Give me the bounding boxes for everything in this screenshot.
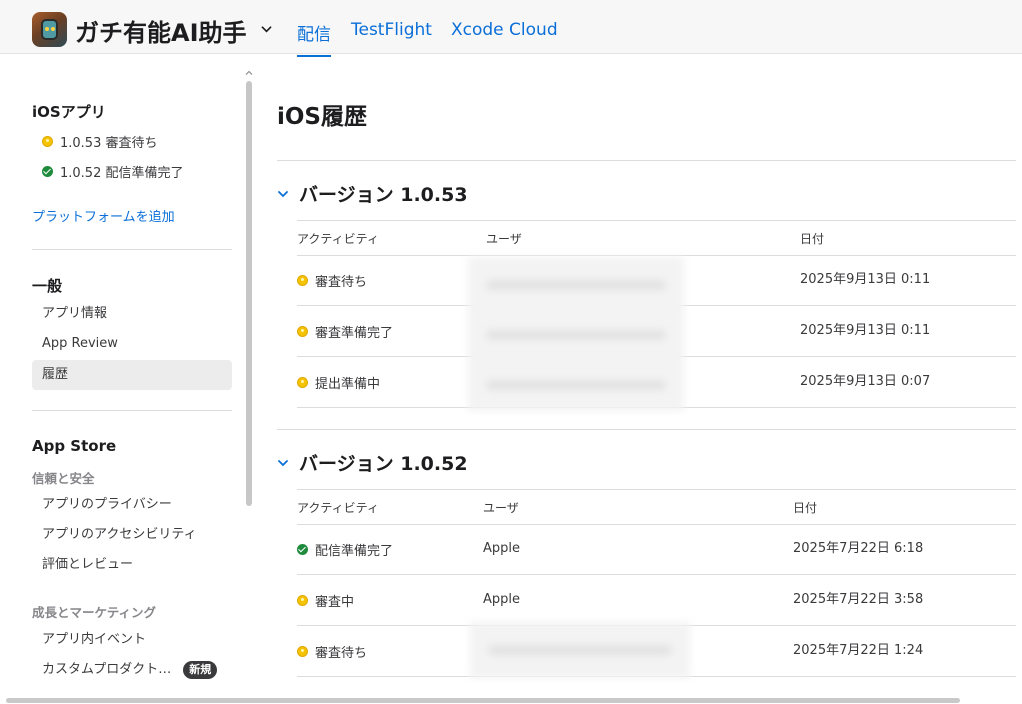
pending-status-icon [297, 645, 308, 657]
version-title: バージョン 1.0.52 [299, 453, 468, 475]
activity-label: 審査待ち [315, 274, 368, 290]
sidebar-app-store-title: App Store [32, 437, 117, 455]
sidebar-growth-title: 成長とマーケティング [32, 605, 157, 620]
column-header-user: ユーザ [483, 501, 519, 515]
sidebar-trust-title: 信頼と安全 [32, 471, 95, 486]
sidebar-item-ratings-reviews[interactable]: 評価とレビュー [32, 550, 232, 580]
activity-label: 配信準備完了 [315, 543, 394, 559]
activity-label: 審査待ち [315, 645, 368, 661]
robot-face-icon [41, 19, 58, 40]
main-content: iOS履歴 バージョン 1.0.53 アクティビティ ユーザ 日付 審査待ち 2… [256, 55, 1022, 704]
date-cell: 2025年7月22日 1:24 [793, 643, 924, 658]
column-header-activity: アクティビティ [297, 232, 379, 246]
pending-status-icon [42, 136, 53, 147]
user-cell: Apple [483, 592, 521, 607]
sidebar-ios-title: iOSアプリ [32, 103, 106, 121]
scroll-up-arrow-icon[interactable] [245, 69, 253, 77]
sidebar-scrollbar[interactable] [244, 69, 253, 509]
ready-status-icon [297, 543, 308, 555]
pending-status-icon [297, 376, 308, 388]
activity-cell: 審査待ち [297, 255, 367, 305]
activity-cell: 審査中 [297, 575, 354, 625]
app-switcher-chevron-icon[interactable] [261, 24, 272, 35]
section-divider [277, 429, 1016, 430]
pending-status-icon [297, 325, 308, 337]
sidebar-item-accessibility[interactable]: アプリのアクセシビリティ [32, 520, 232, 550]
activity-cell: 配信準備完了 [297, 524, 393, 574]
new-badge: 新規 [183, 660, 218, 679]
sidebar-version-1-0-52[interactable]: 1.0.52 配信準備完了 [42, 162, 183, 181]
pending-status-icon [297, 274, 308, 286]
horizontal-scrollbar[interactable] [6, 698, 960, 703]
sidebar-version-label: 1.0.53 審査待ち [60, 136, 158, 151]
activity-cell: 提出準備中 [297, 357, 380, 407]
sidebar-item-app-info[interactable]: アプリ情報 [32, 299, 232, 329]
sidebar: iOSアプリ 1.0.53 審査待ち 1.0.52 配信準備完了 プラットフォー… [0, 55, 256, 704]
add-platform-link[interactable]: プラットフォームを追加 [32, 206, 175, 225]
sidebar-item-in-app-events[interactable]: アプリ内イベント [32, 625, 232, 655]
sidebar-item-privacy[interactable]: アプリのプライバシー [32, 490, 232, 520]
date-cell: 2025年7月22日 6:18 [793, 541, 924, 556]
redacted-user-area [470, 622, 690, 678]
activity-cell: 審査待ち [297, 626, 367, 676]
sidebar-divider [32, 410, 232, 411]
date-cell: 2025年9月13日 0:11 [800, 272, 931, 287]
sidebar-general-title: 一般 [32, 277, 63, 295]
sidebar-version-label: 1.0.52 配信準備完了 [60, 166, 184, 181]
top-header: ガチ有能AI助手 配信 TestFlight Xcode Cloud [0, 0, 1022, 57]
column-header-date: 日付 [800, 232, 825, 246]
version-1-0-53-header[interactable]: バージョン 1.0.53 [277, 180, 468, 207]
redacted-user-area [468, 257, 684, 411]
date-cell: 2025年9月13日 0:11 [800, 323, 931, 338]
collapse-chevron-icon[interactable] [277, 457, 289, 469]
page-title: iOS履歴 [277, 104, 368, 130]
sidebar-item-label: カスタムプロダクト… [42, 662, 172, 677]
sidebar-divider [32, 249, 232, 250]
tab-distribution[interactable]: 配信 [297, 20, 331, 57]
sidebar-item-history[interactable]: 履歴 [32, 360, 232, 390]
activity-label: 審査準備完了 [315, 325, 394, 341]
column-header-date: 日付 [793, 501, 818, 515]
table-divider [297, 220, 1016, 221]
sidebar-version-1-0-53[interactable]: 1.0.53 審査待ち [42, 132, 157, 151]
tab-xcode-cloud[interactable]: Xcode Cloud [451, 20, 558, 40]
sidebar-item-custom-product-pages[interactable]: カスタムプロダクト… 新規 [32, 655, 232, 685]
section-divider [277, 160, 1016, 161]
activity-cell: 審査準備完了 [297, 306, 393, 356]
table-divider [297, 489, 1016, 490]
sidebar-item-app-review[interactable]: App Review [32, 329, 232, 359]
version-1-0-52-header[interactable]: バージョン 1.0.52 [277, 449, 468, 476]
app-name[interactable]: ガチ有能AI助手 [75, 13, 247, 48]
table-row: 配信準備完了 Apple 2025年7月22日 6:18 [297, 524, 1016, 575]
pending-status-icon [297, 594, 308, 606]
date-cell: 2025年9月13日 0:07 [800, 374, 931, 389]
table-row: 審査中 Apple 2025年7月22日 3:58 [297, 575, 1016, 626]
version-title: バージョン 1.0.53 [299, 184, 468, 206]
collapse-chevron-icon[interactable] [277, 188, 289, 200]
date-cell: 2025年7月22日 3:58 [793, 592, 924, 607]
activity-label: 提出準備中 [315, 376, 381, 392]
activity-label: 審査中 [315, 594, 355, 610]
tab-testflight[interactable]: TestFlight [351, 20, 432, 40]
sidebar-scroll-thumb[interactable] [246, 81, 252, 506]
column-header-activity: アクティビティ [297, 501, 379, 515]
app-icon[interactable] [32, 12, 67, 47]
user-cell: Apple [483, 541, 521, 556]
column-header-user: ユーザ [486, 232, 522, 246]
ready-status-icon [42, 166, 53, 177]
